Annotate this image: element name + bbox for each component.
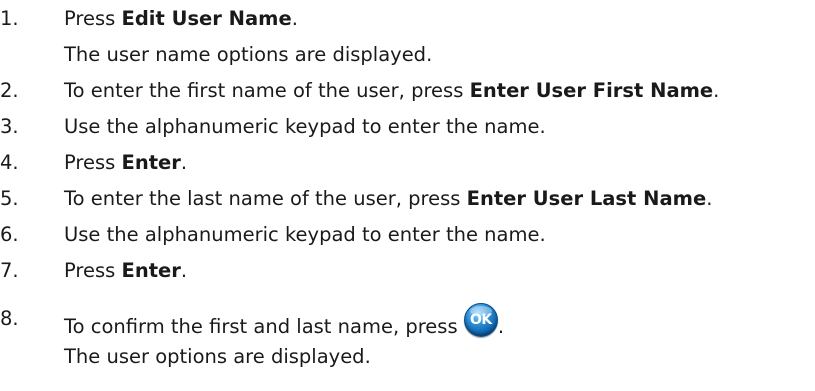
step-text-plain: To confirm the first and last name, pres… (64, 315, 464, 338)
step-number: 6. (0, 223, 19, 246)
step-number: 8. (0, 307, 19, 330)
step-text: Press Enter. (64, 255, 187, 287)
step-text-plain: . (497, 315, 505, 338)
step-text: To enter the first name of the user, pre… (64, 75, 719, 107)
result-text: The user name options are displayed. (64, 43, 433, 66)
step-text: Press Enter. (64, 147, 187, 179)
step-number: 5. (0, 187, 19, 210)
step-text-plain: Press (64, 259, 122, 282)
step-text-plain: . (713, 79, 720, 102)
step-text-bold: Edit User Name (121, 7, 292, 30)
ok-button-label: OK (469, 312, 492, 328)
step-number: 1. (0, 7, 19, 30)
step-text-bold: Enter (121, 259, 181, 282)
step-text: To enter the last name of the user, pres… (64, 183, 712, 215)
step-number: 3. (0, 115, 19, 138)
step-text: Press Edit User Name. (64, 3, 298, 35)
step-text-bold: Enter (121, 151, 181, 174)
step-text-plain: . (180, 259, 188, 282)
step-text-plain: . (706, 187, 713, 210)
step-text-plain: Press (64, 7, 122, 30)
result-text: The user options are displayed. (64, 345, 371, 368)
step-text-bold: Enter User First Name (469, 79, 714, 102)
ok-button-icon: OK (463, 303, 498, 337)
step-text-plain: To enter the first name of the user, pre… (64, 79, 470, 102)
step-text-plain: . (180, 151, 188, 174)
step-text-plain: Press (64, 151, 122, 174)
step-number: 7. (0, 259, 19, 282)
step-text-bold: Enter User Last Name (466, 187, 707, 210)
step-text: To confirm the first and last name, pres… (64, 303, 504, 343)
step-text: Use the alphanumeric keypad to enter the… (64, 223, 546, 246)
step-text: Use the alphanumeric keypad to enter the… (64, 115, 546, 138)
instruction-list: 1. Press Edit User Name. The user name o… (0, 0, 815, 391)
step-text-plain: To enter the last name of the user, pres… (64, 187, 467, 210)
step-number: 2. (0, 79, 19, 102)
step-number: 4. (0, 151, 19, 174)
step-text-plain: . (291, 7, 298, 30)
